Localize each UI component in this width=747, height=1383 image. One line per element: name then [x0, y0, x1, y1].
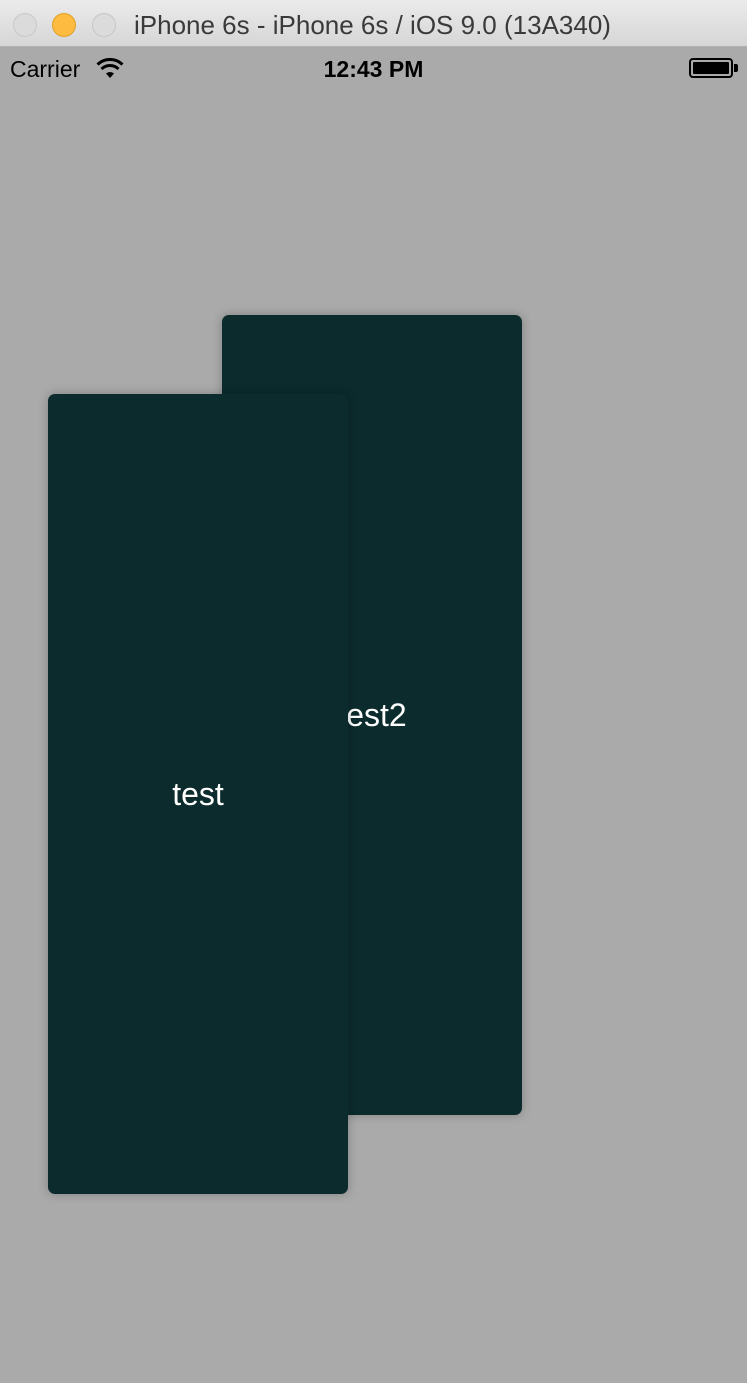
zoom-window-button[interactable]	[92, 13, 116, 37]
battery-tip	[734, 64, 738, 72]
status-time: 12:43 PM	[323, 56, 424, 82]
ios-status-bar: Carrier 12:43 PM	[0, 48, 747, 90]
window-title: iPhone 6s - iPhone 6s / iOS 9.0 (13A340)	[134, 10, 611, 40]
simulator-window: iPhone 6s - iPhone 6s / iOS 9.0 (13A340)…	[0, 0, 747, 1383]
card-label-test: test	[172, 775, 224, 812]
card-test[interactable]: test	[48, 394, 348, 1194]
close-window-button[interactable]	[13, 13, 37, 37]
minimize-window-button[interactable]	[52, 13, 76, 37]
battery-icon	[689, 58, 733, 78]
title-bar: iPhone 6s - iPhone 6s / iOS 9.0 (13A340)	[0, 0, 747, 47]
battery-level	[693, 62, 729, 74]
